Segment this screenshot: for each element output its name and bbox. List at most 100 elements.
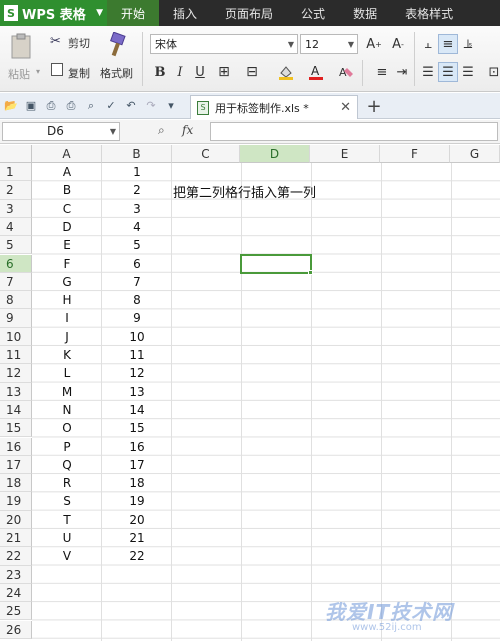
row-header[interactable]: 26 <box>0 620 32 639</box>
column-header-d[interactable]: D <box>240 145 310 163</box>
cell-b[interactable]: 8 <box>102 291 172 309</box>
row-header[interactable]: 12 <box>0 364 32 383</box>
align-top-icon[interactable]: ⫠ <box>418 34 438 54</box>
row-header[interactable]: 22 <box>0 547 32 566</box>
paste-dropdown-icon[interactable]: ▾ <box>36 67 40 76</box>
name-box[interactable]: D6 ▼ <box>2 122 120 141</box>
indent-icon[interactable]: ⇥ <box>392 62 412 82</box>
cell-b[interactable]: 6 <box>102 255 172 273</box>
tab-home[interactable]: 开始 <box>107 0 160 26</box>
tab-data[interactable]: 数据 <box>339 0 391 26</box>
cell-a[interactable]: U <box>32 529 102 547</box>
align-center-icon[interactable]: ☰ <box>438 62 458 82</box>
cell-a[interactable]: I <box>32 309 102 327</box>
zoom-search-icon[interactable]: ⌕ <box>158 123 165 138</box>
save-icon[interactable]: ▣ <box>22 97 40 115</box>
row-header[interactable]: 4 <box>0 217 32 237</box>
cell-a[interactable]: K <box>32 346 102 364</box>
cell-b[interactable]: 10 <box>102 328 172 346</box>
font-size-select[interactable]: 12 ▼ <box>300 34 358 54</box>
cell-a[interactable]: F <box>32 255 102 273</box>
cell-b[interactable]: 9 <box>102 309 172 327</box>
cell-b[interactable]: 2 <box>102 181 172 199</box>
row-header[interactable]: 10 <box>0 327 32 346</box>
row-header[interactable]: 20 <box>0 510 32 529</box>
row-header[interactable]: 18 <box>0 474 32 493</box>
row-header[interactable]: 11 <box>0 346 32 365</box>
cell-a[interactable]: N <box>32 401 102 419</box>
fill-color-icon[interactable] <box>276 62 296 82</box>
cell-a[interactable]: S <box>32 492 102 510</box>
cell-a[interactable]: L <box>32 364 102 382</box>
cell-a[interactable]: P <box>32 438 102 456</box>
format-painter-icon[interactable] <box>106 31 128 61</box>
cell-b[interactable]: 7 <box>102 273 172 291</box>
new-tab-plus-icon[interactable]: + <box>364 96 384 117</box>
column-header-a[interactable]: A <box>32 145 102 163</box>
cell-a[interactable]: O <box>32 419 102 437</box>
cell-a[interactable]: R <box>32 474 102 492</box>
cell-b[interactable]: 1 <box>102 163 172 181</box>
folder-open-icon[interactable]: 📂 <box>2 97 20 115</box>
row-header[interactable]: 15 <box>0 419 32 438</box>
cell-b[interactable]: 5 <box>102 236 172 254</box>
cell-b[interactable]: 4 <box>102 218 172 236</box>
document-tab[interactable]: S 用于标签制作.xls * ✕ <box>190 95 358 119</box>
row-header[interactable]: 21 <box>0 529 32 548</box>
fill-handle[interactable] <box>308 269 313 275</box>
font-color-icon[interactable]: A <box>306 62 326 82</box>
wrap-text-icon[interactable]: ≡ <box>372 62 392 82</box>
cell-b[interactable]: 16 <box>102 438 172 456</box>
tab-formulas[interactable]: 公式 <box>287 0 339 26</box>
cell-a[interactable]: B <box>32 181 102 199</box>
shrink-font-icon[interactable]: A- <box>388 34 408 54</box>
row-header[interactable]: 23 <box>0 565 32 584</box>
italic-icon[interactable]: I <box>170 62 190 82</box>
column-header-f[interactable]: F <box>380 145 450 163</box>
row-header[interactable]: 19 <box>0 492 32 511</box>
cell-a[interactable]: M <box>32 383 102 401</box>
font-name-select[interactable]: 宋体 ▼ <box>150 34 298 54</box>
row-header[interactable]: 8 <box>0 291 32 310</box>
print-preview-icon[interactable]: ⌕ <box>82 97 100 115</box>
merge-center-icon[interactable]: ⊡ <box>484 62 500 82</box>
cell-b[interactable]: 17 <box>102 456 172 474</box>
cell-b[interactable]: 11 <box>102 346 172 364</box>
cell-a[interactable]: T <box>32 511 102 529</box>
active-cell-d6[interactable] <box>240 253 312 274</box>
row-header[interactable]: 7 <box>0 272 32 292</box>
format-painter-button[interactable]: 格式刷 <box>100 65 133 81</box>
cell-b[interactable]: 12 <box>102 364 172 382</box>
cell-a[interactable]: A <box>32 163 102 181</box>
row-header[interactable]: 6 <box>0 254 32 273</box>
row-header[interactable]: 1 <box>0 163 32 182</box>
customize-dropdown-icon[interactable]: ▾ <box>162 97 180 115</box>
bold-icon[interactable]: B <box>150 62 170 82</box>
paste-button[interactable]: 粘贴 <box>8 66 30 82</box>
row-header[interactable]: 17 <box>0 455 32 475</box>
cell-a[interactable]: E <box>32 236 102 254</box>
cell-a[interactable]: G <box>32 273 102 291</box>
clear-format-icon[interactable]: A <box>336 62 356 82</box>
cell-b[interactable]: 20 <box>102 511 172 529</box>
cell-a[interactable]: J <box>32 328 102 346</box>
formula-input[interactable] <box>210 122 498 141</box>
border-icon[interactable]: ⊞ <box>214 62 234 82</box>
cell-a[interactable]: C <box>32 200 102 218</box>
insert-function-button[interactable]: fx <box>182 123 193 137</box>
row-header[interactable]: 16 <box>0 437 32 456</box>
cell-b[interactable]: 22 <box>102 547 172 565</box>
cell-b[interactable]: 13 <box>102 383 172 401</box>
align-bottom-icon[interactable]: ⫡ <box>458 34 478 54</box>
column-header-c[interactable]: C <box>172 145 240 163</box>
app-menu-button[interactable]: S WPS 表格 ▼ <box>0 0 107 26</box>
cell-b[interactable]: 15 <box>102 419 172 437</box>
row-header[interactable]: 14 <box>0 400 32 420</box>
copy-button[interactable]: 复制 <box>68 65 90 81</box>
row-header[interactable]: 3 <box>0 199 32 218</box>
paste-icon[interactable] <box>8 32 34 60</box>
tab-insert[interactable]: 插入 <box>159 0 211 26</box>
select-all-corner[interactable] <box>0 145 32 163</box>
cell-b[interactable]: 18 <box>102 474 172 492</box>
column-header-b[interactable]: B <box>102 145 172 163</box>
